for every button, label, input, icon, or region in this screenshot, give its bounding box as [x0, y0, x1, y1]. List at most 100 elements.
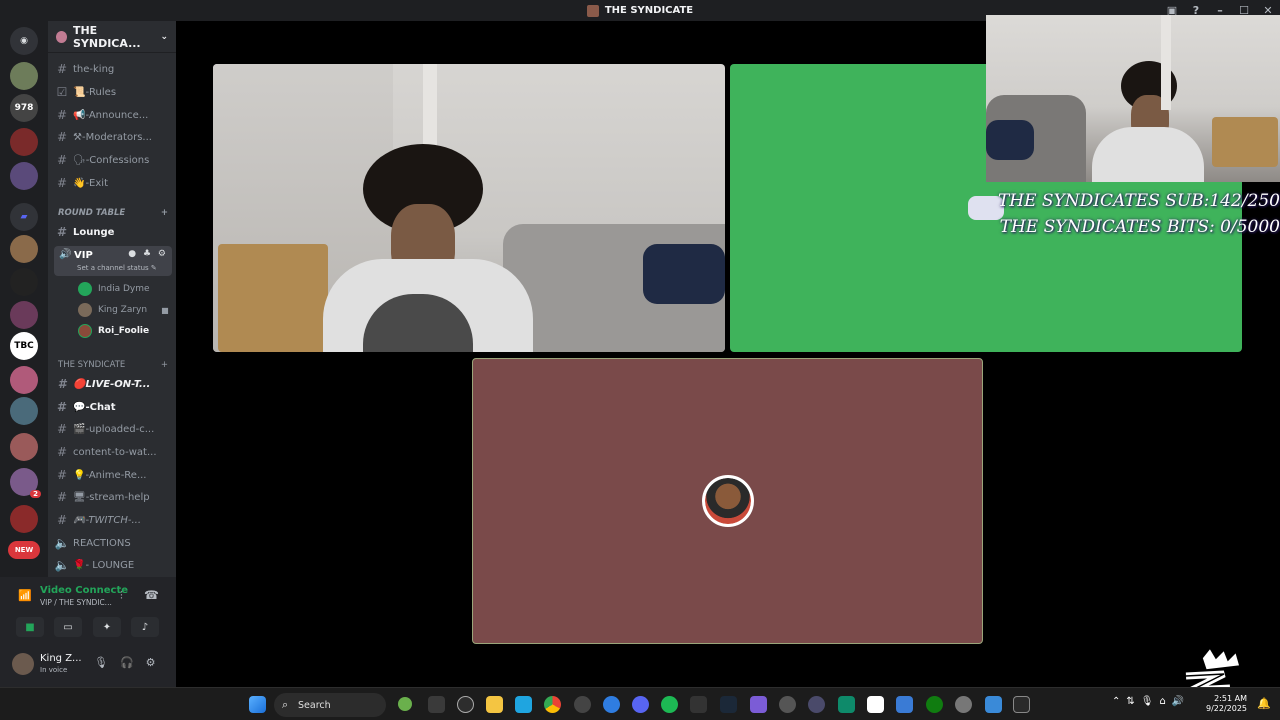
controller-icon[interactable]: [750, 696, 767, 713]
app-icon[interactable]: [574, 696, 591, 713]
noise-suppression-icon[interactable]: ⫶: [120, 589, 123, 603]
xbox-icon[interactable]: [926, 696, 943, 713]
steam-icon[interactable]: [720, 696, 737, 713]
task-view-icon[interactable]: [428, 696, 445, 713]
shirt: [1092, 127, 1204, 182]
server-icon[interactable]: TBC: [10, 332, 38, 360]
notification-icon[interactable]: 🔔: [1257, 697, 1271, 710]
new-badge[interactable]: NEW: [8, 541, 40, 559]
checkbox-icon: ☑: [56, 85, 68, 99]
app-icon[interactable]: [603, 696, 620, 713]
epic-games-icon[interactable]: [690, 696, 707, 713]
add-channel-icon[interactable]: +: [161, 360, 168, 370]
chrome-icon[interactable]: [544, 696, 561, 713]
hash-icon: #: [56, 62, 68, 76]
channel-item[interactable]: # 📢-Announce...: [54, 105, 172, 125]
discord-icon[interactable]: [632, 696, 649, 713]
server-icon[interactable]: [10, 397, 38, 425]
screen-share-icon[interactable]: ▭: [54, 617, 82, 637]
add-channel-icon[interactable]: +: [161, 208, 168, 218]
channel-item[interactable]: 🔈 🌹- LOUNGE: [54, 555, 172, 575]
speedometer-icon[interactable]: [457, 696, 474, 713]
channel-label: content-to-wat...: [73, 446, 157, 458]
voice-member[interactable]: India Dyme: [78, 280, 150, 298]
channel-item[interactable]: # content-to-wat...: [54, 442, 172, 462]
channel-label: 💬-Chat: [73, 401, 116, 413]
server-icon[interactable]: [10, 505, 38, 533]
server-icon[interactable]: 978: [10, 94, 38, 122]
channel-item[interactable]: # 💬-Chat: [54, 397, 172, 417]
category-the-syndicate[interactable]: THE SYNDICATE +: [58, 360, 168, 370]
camera-icon[interactable]: ■: [16, 617, 44, 637]
spotify-icon[interactable]: [661, 696, 678, 713]
channel-item[interactable]: # Lounge: [54, 222, 172, 242]
user-controls[interactable]: 🎙🎧⚙: [94, 656, 168, 669]
app-icon[interactable]: [867, 696, 884, 713]
settings-icon[interactable]: [955, 696, 972, 713]
user-panel[interactable]: King Z... In voice 🎙🎧⚙: [10, 650, 170, 678]
server-icon[interactable]: [10, 301, 38, 329]
app-icon[interactable]: [838, 696, 855, 713]
app-icon[interactable]: [1013, 696, 1030, 713]
voice-connection-subtitle[interactable]: VIP / THE SYNDIC...: [40, 598, 112, 607]
store-icon[interactable]: [515, 696, 532, 713]
channel-item[interactable]: # 🎮-TWITCH-...: [54, 510, 172, 530]
server-header[interactable]: THE SYNDICA... ⌄: [48, 21, 176, 53]
sub-goal-text: THE SYNDICATES SUB:142/250: [997, 191, 1280, 211]
discord-home-icon[interactable]: ◉: [10, 27, 38, 55]
channel-item[interactable]: # 🖥-stream-help: [54, 487, 172, 507]
server-icon[interactable]: [10, 366, 38, 394]
member-name: India Dyme: [98, 284, 150, 294]
server-icon[interactable]: [10, 433, 38, 461]
video-tile-avatar[interactable]: [472, 358, 983, 644]
channel-item[interactable]: # 🗣-Confessions: [54, 150, 172, 170]
video-tile-webcam[interactable]: [213, 64, 725, 352]
server-icon[interactable]: [10, 128, 38, 156]
speaker-icon: 🔊: [59, 249, 72, 260]
server-icon[interactable]: 2: [10, 468, 41, 498]
file-explorer-icon[interactable]: [486, 696, 503, 713]
voice-member[interactable]: King Zaryn ■: [78, 301, 169, 319]
channel-label: 🖥-stream-help: [73, 491, 150, 503]
channel-item[interactable]: # 🎬-uploaded-c...: [54, 419, 172, 439]
server-icon[interactable]: [10, 268, 38, 296]
channel-status[interactable]: Set a channel status ✎: [77, 264, 157, 272]
start-icon[interactable]: [249, 696, 266, 713]
app-icon[interactable]: [808, 696, 825, 713]
folder-icon[interactable]: ▰: [10, 203, 38, 231]
voice-member[interactable]: Roi_Foolie: [78, 322, 149, 340]
voice-status-panel: 📶 Video Connecte VIP / THE SYNDIC... ⫶ ☎…: [0, 577, 176, 687]
channel-label: 🌹- LOUNGE: [73, 559, 135, 571]
speaker-icon: 🔈: [54, 536, 70, 550]
server-icon[interactable]: [10, 62, 38, 90]
taskbar-search[interactable]: ⌕ Search: [274, 693, 386, 717]
server-name: THE SYNDICA...: [72, 23, 141, 50]
channel-item[interactable]: # ⚒-Moderators...: [54, 127, 172, 147]
channel-label: 🎮-TWITCH-...: [73, 514, 142, 526]
app-icon[interactable]: [985, 696, 1002, 713]
clock-time: 2:51 AM: [1214, 694, 1248, 703]
voice-channel-actions[interactable]: ● ♣ ⚙: [128, 249, 168, 259]
hash-icon: #: [56, 153, 68, 167]
signal-icon: 📶: [18, 589, 32, 602]
channel-item[interactable]: ☑ 📜-Rules: [54, 82, 172, 102]
app-icon[interactable]: [779, 696, 796, 713]
soundboard-icon[interactable]: ♪: [131, 617, 159, 637]
channel-item[interactable]: # 💡-Anime-Re...: [54, 465, 172, 485]
channel-item[interactable]: # the-king: [54, 59, 172, 79]
widgets-icon[interactable]: [398, 697, 412, 711]
activity-icon[interactable]: ✦: [93, 617, 121, 637]
category-round-table[interactable]: ROUND TABLE +: [58, 208, 168, 218]
server-icon[interactable]: [10, 162, 38, 190]
server-icon[interactable]: [10, 235, 38, 263]
channel-item[interactable]: # 🔴LIVE-ON-T...: [54, 374, 172, 394]
chevron-down-icon: ⌄: [160, 31, 168, 42]
notepad-icon[interactable]: [896, 696, 913, 713]
system-tray[interactable]: ⌃⇅🎙⌂🔊: [1112, 696, 1190, 707]
voice-channel-vip[interactable]: 🔊 VIP ● ♣ ⚙ Set a channel status ✎: [54, 246, 172, 276]
channel-item[interactable]: # 👋-Exit: [54, 173, 172, 193]
video-camera-icon: ■: [161, 305, 169, 315]
disconnect-icon[interactable]: ☎: [144, 588, 159, 602]
channel-item[interactable]: 🔈 REACTIONS: [54, 533, 172, 553]
taskbar-clock[interactable]: 2:51 AM 9/22/2025: [1206, 694, 1247, 714]
